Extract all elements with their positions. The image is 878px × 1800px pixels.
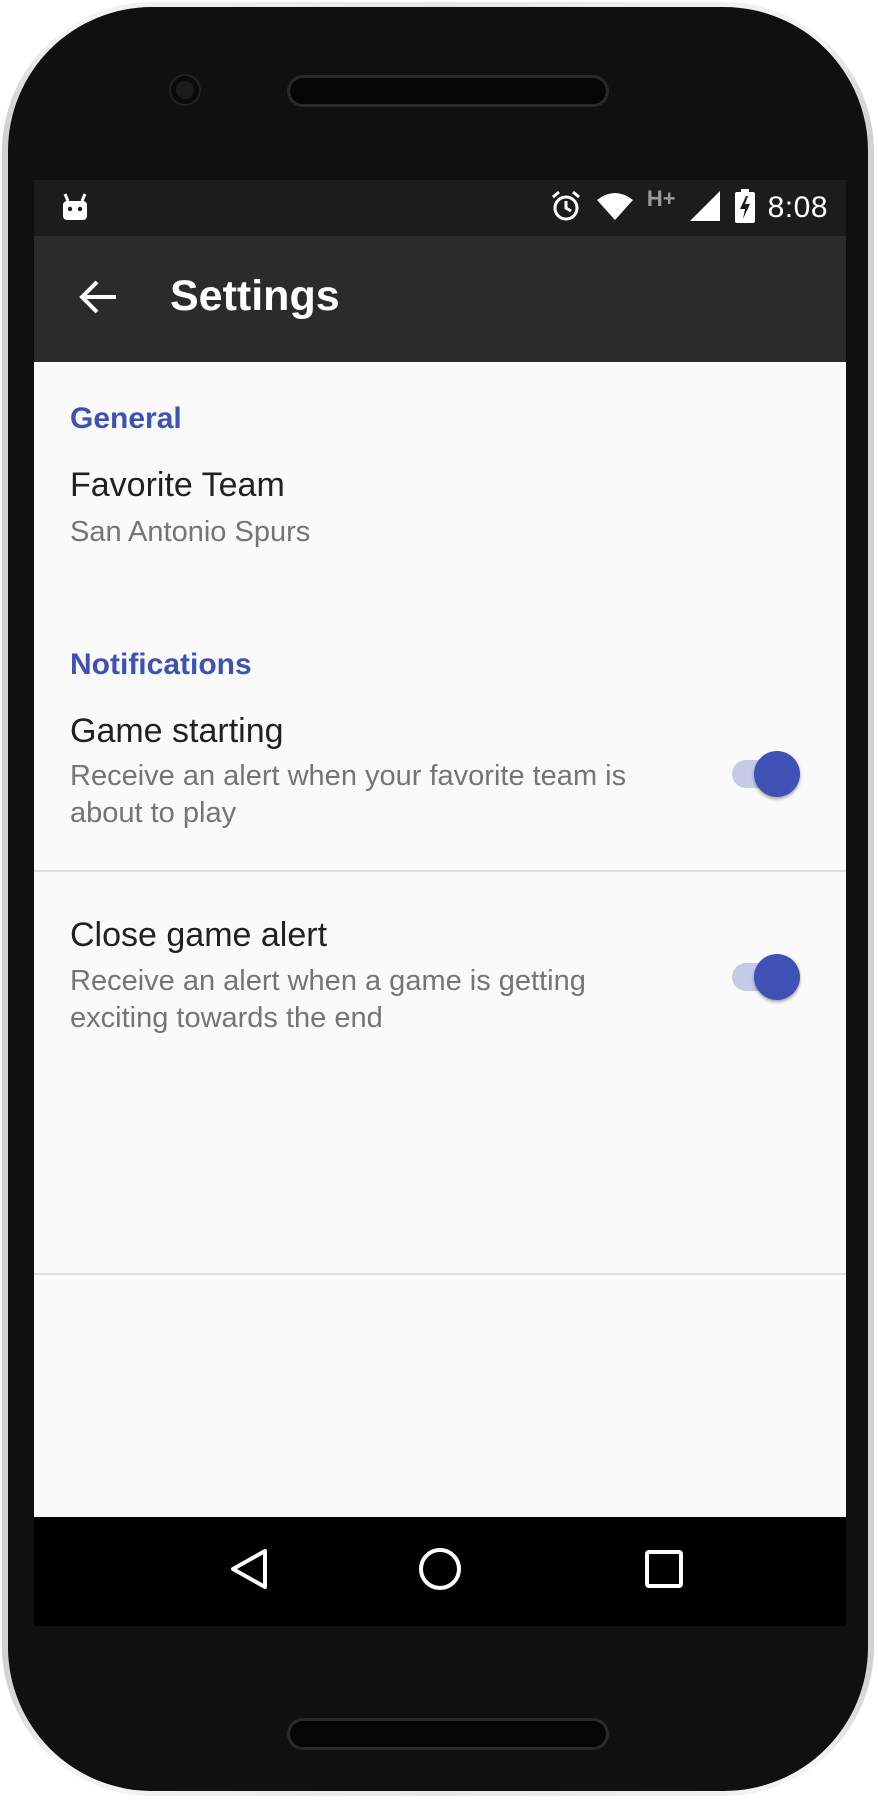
pref-summary: San Antonio Spurs [70, 516, 311, 548]
network-type-label: H+ [646, 186, 676, 211]
back-button[interactable] [72, 273, 124, 325]
nav-back-button[interactable] [189, 1517, 309, 1626]
pref-title: Close game alert [70, 916, 328, 954]
pref-summary: Receive an alert when your favorite team… [70, 760, 627, 829]
close-game-alert-switch[interactable] [728, 953, 802, 1001]
cell-signal-icon [688, 189, 722, 228]
pref-favorite-team[interactable]: Favorite Team San Antonio Spurs [34, 452, 846, 582]
pref-title: Game starting [70, 712, 284, 750]
status-bar: H+ 8:08 [34, 180, 846, 236]
recents-square-icon [644, 1549, 684, 1594]
nav-recents-button[interactable] [604, 1517, 724, 1626]
section-header-notifications: Notifications [70, 648, 252, 681]
wifi-icon [595, 190, 635, 227]
status-icons: H+ 8:08 [537, 180, 828, 236]
alarm-icon [549, 189, 583, 228]
switch-thumb [754, 954, 800, 1000]
pref-title: Favorite Team [70, 466, 285, 504]
battery-charging-icon [734, 188, 756, 229]
app-bar: Settings [34, 236, 846, 362]
arrow-left-icon [78, 279, 118, 320]
front-camera [171, 76, 199, 104]
pref-summary: Receive an alert when a game is getting … [70, 965, 586, 1034]
bottom-speaker [290, 1721, 606, 1747]
nav-home-button[interactable] [380, 1517, 500, 1626]
home-circle-icon [417, 1546, 463, 1597]
back-triangle-icon [227, 1547, 271, 1596]
navigation-bar [34, 1517, 846, 1626]
page-title: Settings [170, 272, 340, 320]
android-notification-icon [60, 192, 90, 227]
status-time: 8:08 [767, 191, 828, 224]
switch-thumb [754, 751, 800, 797]
divider [34, 1273, 846, 1275]
pref-game-starting[interactable]: Game starting Receive an alert when your… [34, 698, 846, 868]
section-header-general: General [70, 402, 182, 435]
top-speaker [290, 78, 606, 104]
game-starting-switch[interactable] [728, 750, 802, 798]
pref-close-game-alert[interactable]: Close game alert Receive an alert when a… [34, 872, 846, 1072]
screen: H+ 8:08 Settings General Favorite Team S… [34, 180, 846, 1626]
